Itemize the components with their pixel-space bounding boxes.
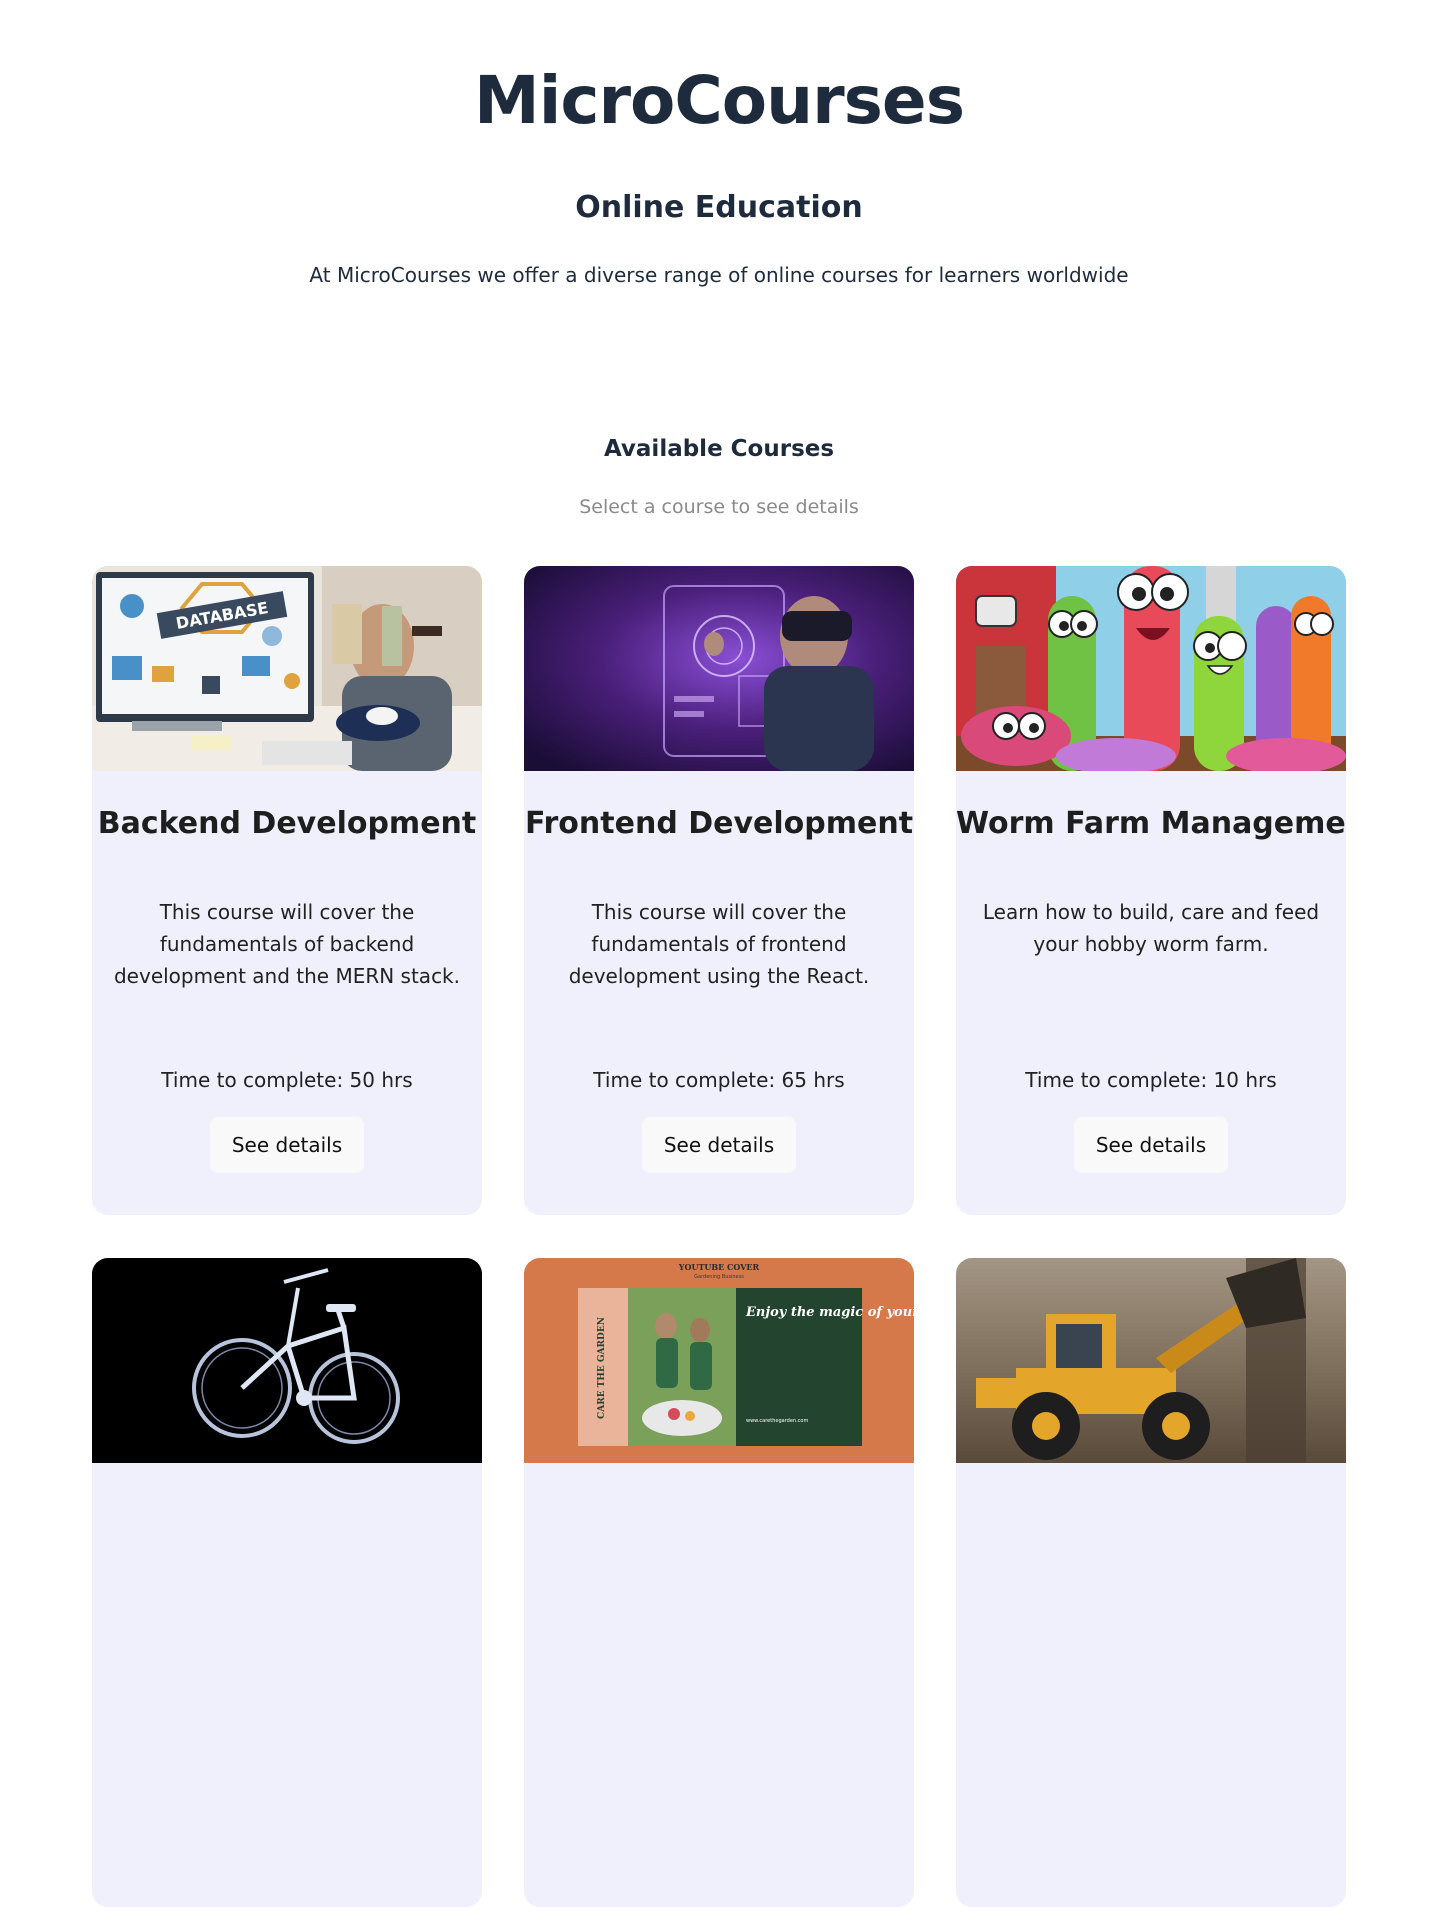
cartoon-worms-illustration-icon (956, 566, 1346, 771)
course-duration: Time to complete: 10 hrs (1025, 1068, 1277, 1092)
garden-youtube-cover-icon: YOUTUBE COVER Gardening Business CARE TH… (524, 1258, 914, 1463)
svg-text:Gardening Business: Gardening Business (694, 1274, 744, 1280)
course-card-worm-farm[interactable]: Worm Farm Management Learn how to build,… (956, 566, 1346, 1215)
see-details-button[interactable]: See details (210, 1117, 364, 1173)
course-title: Frontend Development (524, 806, 914, 841)
course-card-bicycle[interactable] (92, 1258, 482, 1907)
course-duration: Time to complete: 50 hrs (161, 1068, 413, 1092)
wheel-loader-photo-icon (956, 1258, 1346, 1463)
course-duration: Time to complete: 65 hrs (593, 1068, 845, 1092)
course-description: Learn how to build, care and feed your h… (982, 900, 1320, 956)
see-details-button[interactable]: See details (642, 1117, 796, 1173)
xray-bicycle-photo-icon (92, 1258, 482, 1463)
courses-section-title: Available Courses (603, 436, 835, 462)
vr-headset-photo-icon (524, 566, 914, 771)
course-card-garden[interactable]: YOUTUBE COVER Gardening Business CARE TH… (524, 1258, 914, 1907)
database-photo-icon: DATABASE (92, 566, 482, 771)
course-card-heavy-machinery[interactable] (956, 1258, 1346, 1907)
see-details-button[interactable]: See details (1074, 1117, 1228, 1173)
svg-text:Enjoy the magic of your garden: Enjoy the magic of your garden (745, 1305, 914, 1320)
course-description: This course will cover the fundamentals … (568, 900, 870, 988)
course-card-frontend[interactable]: Frontend Development This course will co… (524, 566, 914, 1215)
svg-text:www.carethegarden.com: www.carethegarden.com (746, 1418, 808, 1424)
course-title: Backend Development (97, 806, 477, 841)
course-description: This course will cover the fundamentals … (113, 900, 460, 988)
site-subtitle: Online Education (575, 190, 863, 225)
svg-text:CARE THE GARDEN: CARE THE GARDEN (597, 1317, 607, 1419)
svg-text:YOUTUBE COVER: YOUTUBE COVER (678, 1262, 760, 1272)
course-title: Worm Farm Management (956, 806, 1346, 841)
site-tagline: At MicroCourses we offer a diverse range… (309, 263, 1129, 287)
site-title: MicroCourses (474, 62, 965, 139)
course-grid: DATABASE Backend Development This course… (92, 566, 1346, 1907)
courses-section-subtitle: Select a course to see details (579, 496, 859, 518)
course-card-backend[interactable]: DATABASE Backend Development This course… (92, 566, 482, 1215)
